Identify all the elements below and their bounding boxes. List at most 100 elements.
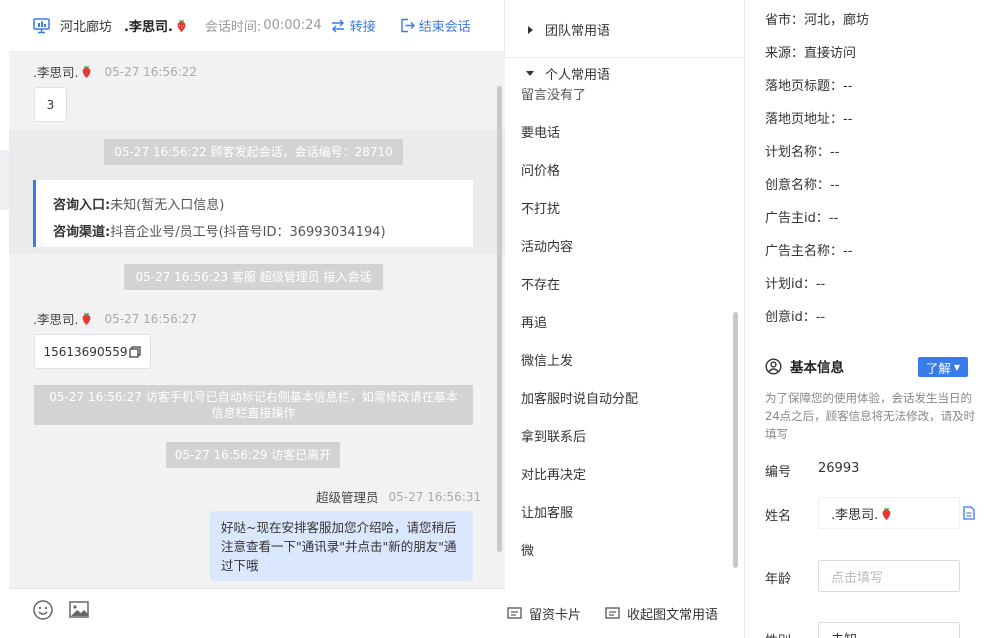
visitor-name: .李思司. bbox=[124, 16, 189, 35]
age-field-placeholder: 点击填写 bbox=[831, 570, 884, 586]
phrase-item[interactable]: 不存在 bbox=[521, 274, 560, 293]
team-phrases-group[interactable]: 团队常用语 bbox=[505, 2, 744, 58]
lead-card-button[interactable]: 留资卡片 bbox=[507, 604, 581, 623]
consult-channel-value: 抖音企业号/员工号(抖音号ID：36993034194) bbox=[110, 225, 386, 240]
info-province: 省市：河北，廊坊 bbox=[765, 13, 870, 28]
phrase-item[interactable]: 拿到联系后 bbox=[521, 426, 586, 445]
phrase-item[interactable]: 对比再决定 bbox=[521, 464, 586, 483]
phrase-item[interactable]: 让加客服 bbox=[521, 502, 573, 521]
consult-channel-label: 咨询渠道: bbox=[53, 225, 111, 240]
session-time-value: 00:00:24 bbox=[263, 18, 322, 33]
collapse-phrases-button[interactable]: 收起图文常用语 bbox=[605, 604, 718, 623]
gender-select[interactable]: 未知 bbox=[818, 622, 960, 638]
info-source: 来源：直接访问 bbox=[765, 46, 857, 61]
phrase-item[interactable]: 问价格 bbox=[521, 160, 560, 179]
card-icon bbox=[507, 607, 522, 619]
system-message: 05-27 16:56:22 顾客发起会话，会话编号：28710 bbox=[104, 139, 403, 165]
customer-service-workbench: 河北廊坊 .李思司. 会话时间: 00:00:24 转接 结束会话 .李思司. … bbox=[0, 0, 997, 638]
phrase-item[interactable]: 微信上发 bbox=[521, 350, 573, 369]
strawberry-emoji bbox=[83, 65, 91, 79]
phrase-item[interactable]: 活动内容 bbox=[521, 236, 573, 255]
phrase-item[interactable]: 加客服时说自动分配 bbox=[521, 388, 638, 407]
learn-more-label: 了解 bbox=[925, 360, 951, 376]
phrase-item[interactable]: 再追 bbox=[521, 312, 547, 331]
age-field[interactable]: 点击填写 bbox=[818, 560, 960, 592]
collapse-icon bbox=[605, 607, 620, 619]
info-creative-name: 创意名称：-- bbox=[765, 178, 840, 193]
consult-entry-label: 咨询入口: bbox=[53, 198, 111, 213]
chat-scrollbar[interactable] bbox=[497, 86, 502, 552]
team-phrases-label: 团队常用语 bbox=[545, 24, 611, 39]
left-edge-strip bbox=[0, 150, 9, 210]
transfer-button[interactable]: 转接 bbox=[330, 16, 376, 35]
end-session-button[interactable]: 结束会话 bbox=[400, 16, 471, 35]
consult-entry-value: 未知(暂无入口信息) bbox=[110, 198, 225, 213]
common-phrases-panel: 留言没有了 团队常用语 个人常用语 要电话 问价格 不打扰 活动内容 不存在 再… bbox=[505, 0, 745, 638]
info-notice: 为了保障您的使用体验，会话发生当日的24点之后，顾客信息将无法修改，请及时填写 bbox=[765, 391, 976, 441]
info-plan-id: 计划id：-- bbox=[765, 277, 826, 292]
basic-info-title: 基本信息 bbox=[790, 360, 844, 376]
learn-more-button[interactable]: 了解 ▼ bbox=[918, 357, 968, 377]
end-session-icon bbox=[401, 18, 415, 33]
gender-select-value: 未知 bbox=[831, 629, 857, 638]
consult-entry-row: 咨询入口:未知(暂无入口信息) bbox=[53, 192, 473, 219]
chat-header: 河北廊坊 .李思司. 会话时间: 00:00:24 转接 结束会话 bbox=[9, 0, 505, 52]
sender-name: .李思司. bbox=[33, 312, 79, 327]
agent-name: 超级管理员 bbox=[316, 490, 379, 505]
session-time-label: 会话时间: bbox=[204, 20, 262, 35]
phrase-item[interactable]: 要电话 bbox=[521, 122, 560, 141]
message-sender-row: .李思司. 05-27 16:56:27 bbox=[33, 309, 197, 328]
field-age-label: 年龄 bbox=[765, 572, 792, 587]
agent-message-bubble: 好哒~现在安排客服加您介绍哈，请您稍后注意查看一下"通讯录"并点击"新的朋友"通… bbox=[210, 511, 473, 581]
agent-sender-row: 超级管理员 05-27 16:56:31 bbox=[316, 487, 481, 506]
message-timestamp: 05-27 16:56:31 bbox=[388, 489, 482, 504]
info-landing-url: 落地页地址：-- bbox=[765, 112, 853, 127]
strawberry-emoji bbox=[83, 312, 91, 326]
phrase-item[interactable]: 不打扰 bbox=[521, 198, 560, 217]
phrases-scrollbar[interactable] bbox=[733, 312, 738, 568]
chat-toolbar bbox=[9, 588, 505, 638]
end-session-label: 结束会话 bbox=[418, 20, 471, 35]
visitor-location: 河北廊坊 bbox=[60, 20, 113, 35]
name-field[interactable]: .李思司. bbox=[818, 497, 960, 529]
field-gender-label: 性别 bbox=[765, 630, 791, 638]
chat-message-list[interactable]: .李思司. 05-27 16:56:22 3 05-27 16:56:22 顾客… bbox=[9, 52, 505, 588]
strawberry-emoji bbox=[177, 19, 186, 33]
system-message: 05-27 16:56:29 访客已离开 bbox=[166, 442, 340, 468]
personal-phrases-group[interactable]: 个人常用语 bbox=[505, 58, 744, 88]
copy-icon[interactable] bbox=[129, 345, 142, 358]
edit-icon[interactable] bbox=[963, 506, 975, 520]
info-creative-id: 创意id：-- bbox=[765, 310, 826, 325]
transfer-label: 转接 bbox=[349, 20, 376, 35]
consult-info-card: 咨询入口:未知(暂无入口信息) 咨询渠道:抖音企业号/员工号(抖音号ID：369… bbox=[33, 180, 473, 247]
basic-info-heading: 基本信息 bbox=[765, 356, 844, 376]
phrase-item[interactable]: 微 bbox=[521, 540, 534, 559]
image-icon[interactable] bbox=[68, 599, 90, 621]
visitor-message-bubble: 3 bbox=[34, 87, 67, 122]
monitor-icon bbox=[33, 17, 50, 33]
field-id-label: 编号 bbox=[765, 465, 792, 480]
info-landing-title: 落地页标题：-- bbox=[765, 79, 853, 94]
triangle-down-icon bbox=[526, 71, 534, 76]
message-timestamp: 05-27 16:56:27 bbox=[104, 311, 198, 326]
triangle-right-icon bbox=[528, 25, 533, 34]
personal-phrases-label: 个人常用语 bbox=[545, 67, 611, 83]
sender-name: .李思司. bbox=[33, 65, 79, 80]
caret-down-icon: ▼ bbox=[953, 362, 961, 372]
visitor-name-text: .李思司. bbox=[124, 20, 173, 35]
system-message: 05-27 16:56:27 访客手机号已自动标记右侧基本信息栏，如需修改请在基… bbox=[34, 385, 473, 425]
strawberry-emoji bbox=[882, 507, 891, 520]
phrases-footer: 留资卡片 收起图文常用语 bbox=[505, 588, 744, 638]
field-name-label: 姓名 bbox=[765, 509, 792, 524]
consult-channel-row: 咨询渠道:抖音企业号/员工号(抖音号ID：36993034194) bbox=[53, 219, 473, 246]
collapse-phrases-label: 收起图文常用语 bbox=[627, 608, 719, 623]
system-message: 05-27 16:56:23 客服 超级管理员 接入会话 bbox=[124, 264, 383, 290]
info-advertiser-name: 广告主名称：-- bbox=[765, 244, 853, 259]
visitor-info-panel: 省市：河北，廊坊 来源：直接访问 落地页标题：-- 落地页地址：-- 计划名称：… bbox=[745, 0, 997, 638]
user-circle-icon bbox=[765, 357, 782, 375]
visitor-message-bubble: 15613690559 bbox=[34, 334, 151, 369]
message-sender-row: .李思司. 05-27 16:56:22 bbox=[33, 62, 197, 81]
info-plan-name: 计划名称：-- bbox=[765, 145, 840, 160]
emoji-icon[interactable] bbox=[32, 599, 54, 621]
name-field-value: .李思司. bbox=[831, 507, 879, 523]
